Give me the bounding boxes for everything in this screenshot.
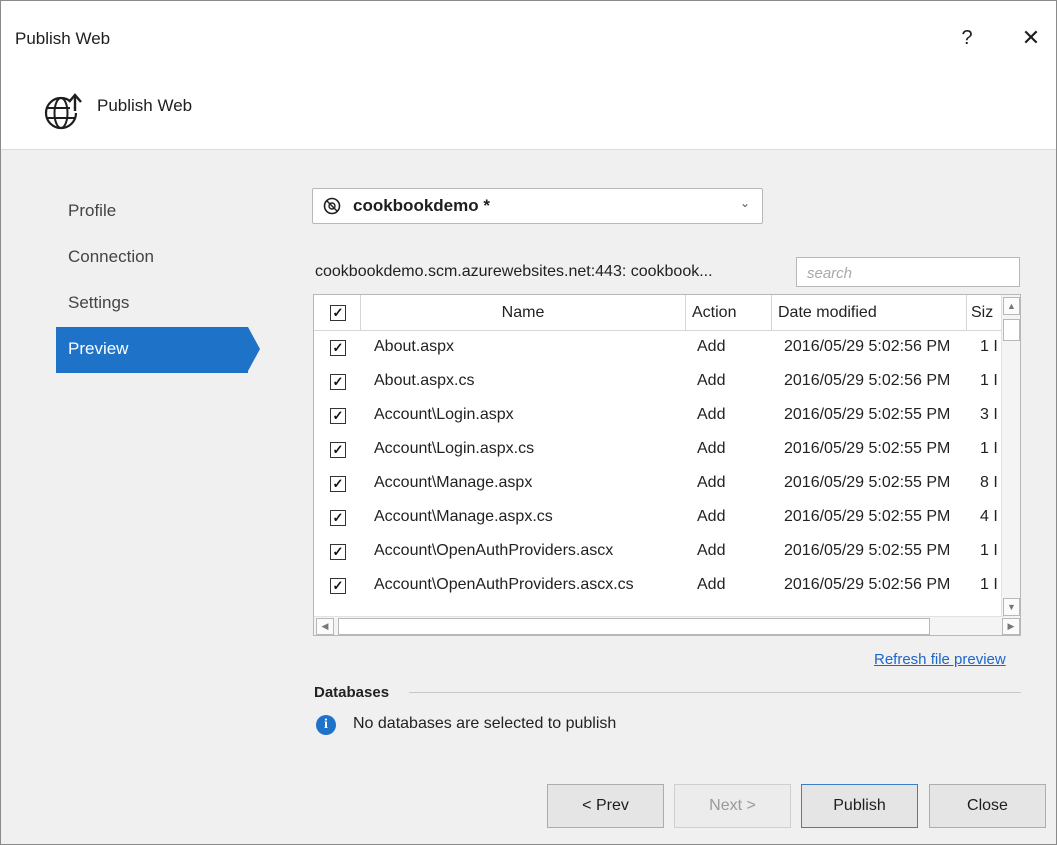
row-checkbox[interactable]: ✓ [330, 408, 346, 424]
file-name: Account\OpenAuthProviders.ascx [374, 542, 614, 559]
row-checkbox[interactable]: ✓ [330, 442, 346, 458]
header-checkbox-cell: ✓ [314, 295, 360, 330]
file-date: 2016/05/29 5:02:55 PM [784, 474, 951, 491]
file-size: 1 I [980, 542, 998, 559]
nav-item-settings[interactable]: Settings [56, 281, 266, 327]
databases-divider [409, 692, 1021, 693]
file-date: 2016/05/29 5:02:55 PM [784, 542, 951, 559]
nav-item-label: Preview [68, 339, 129, 358]
databases-heading: Databases [314, 684, 390, 701]
select-all-checkbox[interactable]: ✓ [330, 305, 346, 321]
file-action: Add [697, 338, 726, 355]
nav-item-preview[interactable]: Preview [56, 327, 260, 373]
file-action: Add [697, 372, 726, 389]
close-window-button[interactable]: ✕ [1017, 25, 1045, 51]
nav-item-label: Profile [68, 201, 117, 220]
scroll-left-icon[interactable]: ◀ [316, 618, 334, 635]
refresh-file-preview-link[interactable]: Refresh file preview [874, 651, 1006, 668]
file-date: 2016/05/29 5:02:56 PM [784, 576, 951, 593]
file-name: Account\Login.aspx.cs [374, 440, 535, 457]
file-size: 8 I [980, 474, 998, 491]
grid-header: ✓ Name Action Date modified Siz [314, 295, 1004, 331]
nav-item-connection[interactable]: Connection [56, 235, 266, 281]
table-row[interactable]: ✓ Account\Manage.aspx Add 2016/05/29 5:0… [314, 466, 1004, 500]
search-field[interactable] [796, 257, 1020, 287]
file-action: Add [697, 474, 726, 491]
file-date: 2016/05/29 5:02:56 PM [784, 338, 951, 355]
databases-message: No databases are selected to publish [353, 715, 617, 732]
scroll-right-icon[interactable]: ▶ [1002, 618, 1020, 635]
file-action: Add [697, 440, 726, 457]
file-size: 1 I [980, 576, 998, 593]
close-button[interactable]: Close [929, 784, 1046, 828]
connection-path: cookbookdemo.scm.azurewebsites.net:443: … [315, 263, 713, 280]
help-button[interactable]: ? [955, 25, 979, 51]
file-size: 1 I [980, 338, 998, 355]
dialog-header: Publish Web [1, 75, 1056, 150]
file-size: 1 I [980, 372, 998, 389]
nav-item-label: Connection [68, 247, 155, 266]
active-arrow [248, 327, 260, 371]
horizontal-scrollbar[interactable]: ◀ ▶ [314, 616, 1020, 635]
column-header-size[interactable]: Siz [966, 295, 1004, 330]
file-action: Add [697, 542, 726, 559]
next-button[interactable]: Next > [674, 784, 791, 828]
row-checkbox[interactable]: ✓ [330, 476, 346, 492]
file-size: 3 I [980, 406, 998, 423]
grid-rows: ✓ About.aspx Add 2016/05/29 5:02:56 PM 1… [314, 330, 1004, 602]
file-preview-grid: ✓ Name Action Date modified Siz ✓ About.… [313, 294, 1021, 636]
row-checkbox[interactable]: ✓ [330, 340, 346, 356]
prev-button[interactable]: < Prev [547, 784, 664, 828]
profile-dropdown[interactable]: cookbookdemo * ⌄ [312, 188, 763, 224]
header-title: Publish Web [97, 96, 193, 115]
file-name: About.aspx.cs [374, 372, 475, 389]
row-checkbox[interactable]: ✓ [330, 544, 346, 560]
nav-item-profile[interactable]: Profile [56, 189, 266, 235]
file-size: 1 I [980, 440, 998, 457]
column-header-date-modified[interactable]: Date modified [771, 295, 966, 330]
row-checkbox[interactable]: ✓ [330, 374, 346, 390]
table-row[interactable]: ✓ Account\Manage.aspx.cs Add 2016/05/29 … [314, 500, 1004, 534]
file-name: Account\Manage.aspx.cs [374, 508, 553, 525]
vertical-scrollbar[interactable]: ▲ ▼ [1001, 295, 1020, 618]
file-date: 2016/05/29 5:02:55 PM [784, 440, 951, 457]
table-row[interactable]: ✓ About.aspx Add 2016/05/29 5:02:56 PM 1… [314, 330, 1004, 364]
scroll-down-icon[interactable]: ▼ [1003, 598, 1020, 616]
publish-web-dialog: Publish Web ? ✕ Publish Web Profile Conn… [0, 0, 1057, 845]
publish-button[interactable]: Publish [801, 784, 918, 828]
chevron-down-icon: ⌄ [739, 196, 750, 210]
file-date: 2016/05/29 5:02:55 PM [784, 508, 951, 525]
table-row[interactable]: ✓ Account\OpenAuthProviders.ascx.cs Add … [314, 568, 1004, 602]
row-checkbox[interactable]: ✓ [330, 510, 346, 526]
search-input[interactable] [805, 259, 1009, 287]
horizontal-scroll-thumb[interactable] [338, 618, 930, 635]
nav-item-label: Settings [68, 293, 130, 312]
info-icon: i [316, 715, 336, 735]
row-checkbox[interactable]: ✓ [330, 578, 346, 594]
scroll-up-icon[interactable]: ▲ [1003, 297, 1020, 315]
azure-icon [323, 197, 341, 215]
table-row[interactable]: ✓ About.aspx.cs Add 2016/05/29 5:02:56 P… [314, 364, 1004, 398]
file-name: Account\OpenAuthProviders.ascx.cs [374, 576, 634, 593]
file-date: 2016/05/29 5:02:55 PM [784, 406, 951, 423]
file-name: Account\Login.aspx [374, 406, 514, 423]
vertical-scroll-thumb[interactable] [1003, 319, 1020, 341]
file-name: About.aspx [374, 338, 455, 355]
file-action: Add [697, 576, 726, 593]
window-title: Publish Web [15, 29, 111, 48]
column-header-name[interactable]: Name [360, 295, 685, 330]
globe-upload-icon [44, 91, 87, 130]
file-size: 4 I [980, 508, 998, 525]
column-header-action[interactable]: Action [685, 295, 771, 330]
file-name: Account\Manage.aspx [374, 474, 533, 491]
table-row[interactable]: ✓ Account\Login.aspx Add 2016/05/29 5:02… [314, 398, 1004, 432]
wizard-nav: Profile Connection Settings Preview [56, 189, 266, 373]
profile-name: cookbookdemo * [353, 196, 490, 215]
title-bar: Publish Web ? ✕ [1, 1, 1056, 75]
table-row[interactable]: ✓ Account\OpenAuthProviders.ascx Add 201… [314, 534, 1004, 568]
file-action: Add [697, 406, 726, 423]
file-action: Add [697, 508, 726, 525]
file-date: 2016/05/29 5:02:56 PM [784, 372, 951, 389]
table-row[interactable]: ✓ Account\Login.aspx.cs Add 2016/05/29 5… [314, 432, 1004, 466]
